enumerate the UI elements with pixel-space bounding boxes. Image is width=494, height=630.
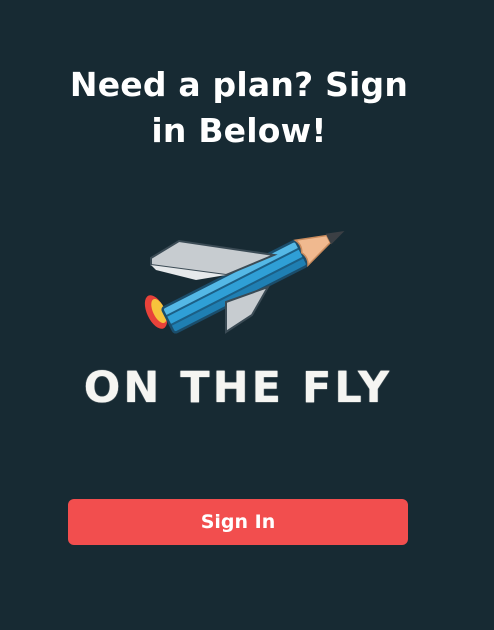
signin-screen: Need a plan? Sign in Below! ON THE FLY S… <box>0 0 494 630</box>
sign-in-button[interactable]: Sign In <box>68 499 408 545</box>
brand-wordmark: ON THE FLY <box>83 363 393 413</box>
page-title-line-2: in Below! <box>151 111 327 150</box>
pencil-jet-icon <box>144 230 345 334</box>
page-title-line-1: Need a plan? Sign <box>69 65 409 104</box>
page-title: Need a plan? Sign in Below! <box>0 62 478 154</box>
